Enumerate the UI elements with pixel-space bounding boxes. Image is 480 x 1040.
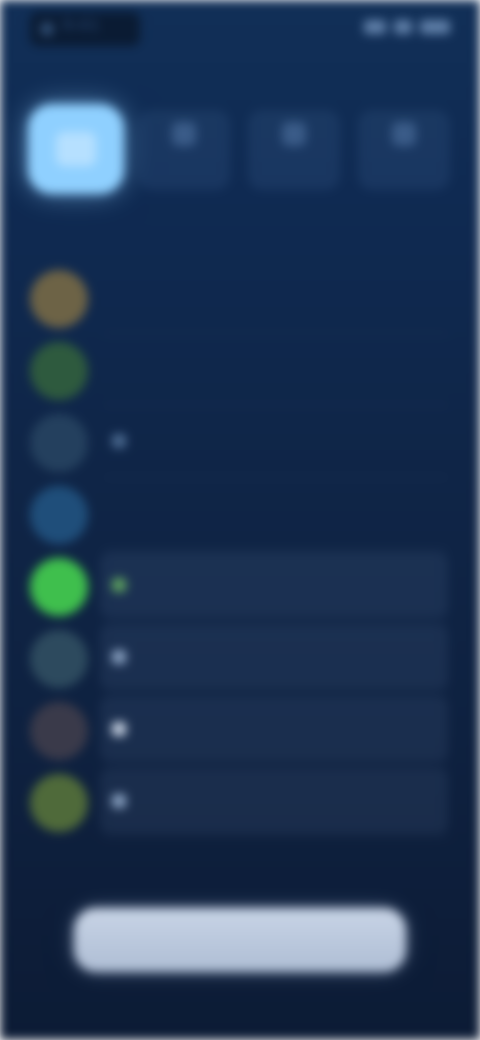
app-screen: 9:41: [0, 0, 480, 1040]
avatar: [30, 558, 88, 616]
avatar: [30, 342, 88, 400]
quick-action-3[interactable]: [358, 110, 450, 190]
quick-action-2[interactable]: [248, 110, 340, 190]
status-indicator-icon: [40, 22, 54, 36]
divider: [104, 837, 448, 838]
status-icon: [112, 722, 126, 736]
status-time: 9:41: [62, 16, 100, 34]
list-item[interactable]: [0, 622, 480, 694]
list-item[interactable]: [0, 406, 480, 478]
signal-icon: [364, 20, 386, 34]
row-panel: [100, 552, 448, 618]
status-icons: [364, 20, 450, 34]
status-bar: 9:41: [0, 0, 480, 56]
status-icon: [112, 794, 126, 808]
primary-action-icon: [56, 132, 96, 166]
person-icon: [392, 122, 416, 146]
avatar: [30, 486, 88, 544]
row-panel: [100, 696, 448, 762]
chat-icon: [282, 122, 306, 146]
people-icon: [172, 122, 196, 146]
quick-action-1[interactable]: [138, 110, 230, 190]
row-panel: [100, 624, 448, 690]
avatar: [30, 270, 88, 328]
row-panel: [100, 768, 448, 834]
row-panel: [100, 336, 448, 402]
primary-bottom-button[interactable]: [74, 908, 406, 972]
avatar: [30, 414, 88, 472]
row-panel: [100, 264, 448, 330]
avatar: [30, 702, 88, 760]
avatar: [30, 774, 88, 832]
list-item[interactable]: [0, 334, 480, 406]
list-item[interactable]: [0, 766, 480, 838]
wifi-icon: [394, 20, 412, 34]
battery-icon: [420, 20, 450, 34]
list-item[interactable]: [0, 478, 480, 550]
status-icon: [112, 434, 126, 448]
list-item[interactable]: [0, 694, 480, 766]
primary-action-button[interactable]: [28, 104, 124, 194]
status-icon: [112, 578, 126, 592]
row-panel: [100, 480, 448, 546]
list-item[interactable]: [0, 262, 480, 334]
status-icon: [112, 650, 126, 664]
header-actions: [28, 104, 452, 196]
list-item[interactable]: [0, 550, 480, 622]
row-panel: [100, 408, 448, 474]
avatar: [30, 630, 88, 688]
